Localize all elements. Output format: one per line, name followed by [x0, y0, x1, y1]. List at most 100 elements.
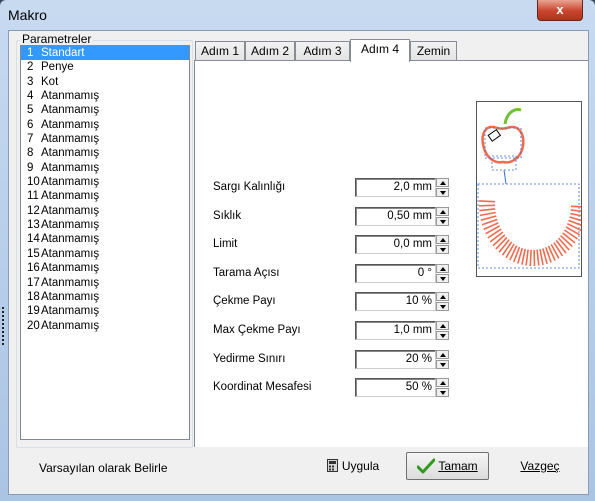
- field-label: Sıklık: [213, 209, 242, 222]
- spin-field: 0,50 mm: [355, 206, 451, 226]
- field-label: Tarama Açısı: [213, 266, 280, 279]
- stitch-line: [480, 215, 497, 221]
- list-item[interactable]: 20Atanmamış: [21, 319, 189, 333]
- spin-down-icon[interactable]: [436, 273, 449, 283]
- cancel-button[interactable]: Vazgeç: [505, 453, 575, 479]
- eraser-icon: [487, 128, 502, 142]
- list-item[interactable]: 7 Atanmamış: [21, 132, 189, 146]
- spin-buttons: [436, 349, 449, 369]
- spin-buttons: [436, 235, 449, 255]
- field-label: Koordinat Mesafesi: [213, 381, 312, 394]
- spin-up-icon[interactable]: [436, 349, 449, 359]
- spin-field: 2,0 mm: [355, 178, 451, 197]
- value-input[interactable]: 50 %: [355, 378, 436, 398]
- spin-up-icon[interactable]: [436, 263, 449, 273]
- satin-stitch-arc: [478, 200, 581, 267]
- field-label: Çekme Payı: [213, 295, 276, 308]
- value-input[interactable]: 0,0 mm: [355, 235, 436, 255]
- tab-adim-5[interactable]: Zemin: [410, 41, 457, 61]
- list-item[interactable]: 12Atanmamış: [21, 204, 189, 218]
- stitch-line: [498, 239, 510, 253]
- spin-up-icon[interactable]: [436, 378, 449, 388]
- ok-button[interactable]: Tamam: [406, 452, 489, 480]
- tab-adim-1[interactable]: Adım 1: [195, 41, 245, 61]
- list-item[interactable]: 3 Kot: [21, 75, 189, 89]
- list-item[interactable]: 4 Atanmamış: [21, 89, 189, 103]
- list-item[interactable]: 6 Atanmamış: [21, 118, 189, 132]
- list-item[interactable]: 2 Penye: [21, 60, 189, 74]
- spin-up-icon[interactable]: [436, 321, 449, 330]
- stitch-line: [557, 237, 570, 251]
- spin-up-icon[interactable]: [436, 292, 449, 302]
- stitch-line: [560, 235, 573, 248]
- list-item[interactable]: 1 Standart: [21, 46, 189, 61]
- set-default-label[interactable]: Varsayılan olarak Belirle: [39, 461, 168, 475]
- tab-adim-4[interactable]: Adım 4: [350, 39, 410, 62]
- value-input[interactable]: 2,0 mm: [355, 178, 436, 197]
- stitch-line: [479, 208, 496, 212]
- list-item[interactable]: 15Atanmamış: [21, 247, 189, 261]
- value-input[interactable]: 0,50 mm: [355, 206, 436, 226]
- tab-adim-3[interactable]: Adım 3: [295, 41, 350, 61]
- spin-buttons: [436, 178, 449, 197]
- spin-down-icon[interactable]: [436, 359, 449, 369]
- spin-up-icon[interactable]: [436, 235, 449, 245]
- stitch-line: [536, 249, 540, 266]
- tab-panel-adim-4: Sargı Kalınlığı 2,0 mm Sıklık 0,50 mm Limit 0…: [194, 60, 588, 447]
- field-label: Limit: [213, 238, 238, 251]
- spin-buttons: [436, 321, 449, 340]
- spin-up-icon[interactable]: [436, 206, 449, 216]
- spin-down-icon[interactable]: [436, 245, 449, 255]
- stitch-line: [570, 209, 581, 213]
- stitch-line: [570, 212, 581, 217]
- list-item[interactable]: 8 Atanmamış: [21, 146, 189, 160]
- preview-image: [476, 101, 582, 277]
- spin-down-icon[interactable]: [436, 302, 449, 312]
- spin-field: 0,0 mm: [355, 235, 451, 255]
- list-item[interactable]: 17Atanmamış: [21, 276, 189, 290]
- field-label: Sargı Kalınlığı: [213, 181, 286, 193]
- stitch-line: [487, 228, 502, 239]
- value-input[interactable]: 10 %: [355, 292, 436, 312]
- spin-up-icon[interactable]: [436, 178, 449, 187]
- apply-button[interactable]: Uygula: [318, 453, 388, 479]
- calculator-icon: [326, 459, 338, 472]
- spin-down-icon[interactable]: [436, 188, 449, 197]
- stitch-line: [539, 249, 544, 266]
- value-input[interactable]: 1,0 mm: [355, 321, 436, 340]
- value-input[interactable]: 20 %: [355, 349, 436, 369]
- spin-buttons: [436, 378, 449, 398]
- stitch-line: [501, 241, 513, 256]
- stitch-line: [492, 234, 506, 247]
- spin-buttons: [436, 292, 449, 312]
- stitch-line: [570, 205, 581, 208]
- resize-grip: [0, 305, 6, 365]
- close-button[interactable]: x: [537, 0, 583, 21]
- spin-down-icon[interactable]: [436, 388, 449, 398]
- value-input[interactable]: 0 °: [355, 263, 436, 283]
- list-item[interactable]: 10Atanmamış: [21, 175, 189, 189]
- list-item[interactable]: 14Atanmamış: [21, 232, 189, 246]
- parameters-listbox[interactable]: 1 Standart 2 Penye 3 Kot 4 Atanmamış 5 Atanmamış 6…: [20, 45, 190, 440]
- list-item[interactable]: 16Atanmamış: [21, 261, 189, 275]
- spin-field: 10 %: [355, 292, 451, 312]
- list-item[interactable]: 9 Atanmamış: [21, 161, 189, 175]
- stitch-line: [529, 249, 532, 266]
- list-item[interactable]: 13Atanmamış: [21, 218, 189, 232]
- list-item[interactable]: 5 Atanmamış: [21, 103, 189, 117]
- spin-down-icon[interactable]: [436, 216, 449, 226]
- checkmark-icon: [416, 458, 436, 474]
- list-item[interactable]: 19Atanmamış: [21, 304, 189, 318]
- spin-field: 0 °: [355, 263, 451, 283]
- dialog-window: Makro x Parametreler 1 Standart 2 Penye 3 Kot…: [0, 0, 595, 501]
- tab-adim-2[interactable]: Adım 2: [245, 41, 295, 61]
- spin-down-icon[interactable]: [436, 331, 449, 340]
- list-item[interactable]: 18Atanmamış: [21, 290, 189, 304]
- title-bar[interactable]: Makro x: [0, 0, 595, 30]
- field-label: Max Çekme Payı: [213, 324, 301, 336]
- stitch-line: [478, 204, 496, 207]
- close-icon: x: [556, 2, 564, 17]
- spin-field: 1,0 mm: [355, 321, 451, 340]
- stitch-line: [563, 229, 579, 240]
- list-item[interactable]: 11 Atanmamış: [21, 189, 189, 203]
